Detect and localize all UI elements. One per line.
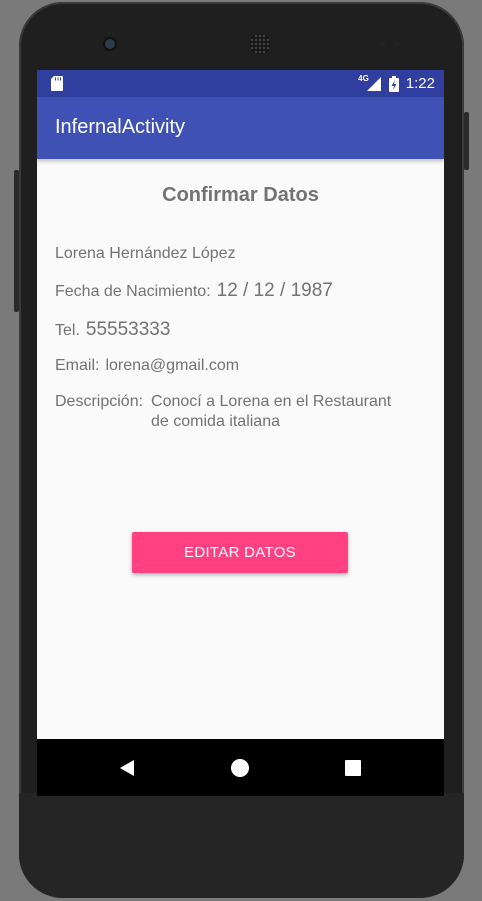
description-row: Descripción: Conocí a Lorena en el Resta… [55, 392, 411, 432]
contact-name: Lorena Hernández López [55, 245, 236, 262]
status-indicators: 4G 1:22 [358, 70, 435, 97]
email-label: Email: [55, 357, 100, 374]
proximity-sensor [381, 42, 386, 47]
description-label: Descripción: [55, 393, 144, 410]
birthdate-row: Fecha de Nacimiento: 12 / 12 / 1987 [55, 280, 333, 302]
battery-icon [388, 75, 399, 92]
birthdate-label: Fecha de Nacimiento: [55, 283, 211, 300]
app-bar: InfernalActivity [37, 97, 444, 159]
screen: 4G 1:22 InfernalActivity Confirmar Datos… [37, 70, 444, 796]
recents-button[interactable] [323, 739, 383, 796]
network-type-label: 4G [358, 74, 369, 83]
power-button[interactable] [464, 112, 469, 170]
earpiece-speaker [250, 34, 270, 54]
volume-button[interactable] [14, 170, 19, 312]
email-row: Email: lorena@gmail.com [55, 357, 239, 375]
navigation-bar [37, 739, 444, 796]
edit-data-button[interactable]: EDITAR DATOS [132, 532, 348, 573]
light-sensor [395, 42, 400, 47]
phone-value: 55553333 [85, 319, 171, 340]
phone-row: Tel. 55553333 [55, 319, 170, 341]
recents-icon [345, 759, 361, 776]
name-row: Lorena Hernández López [55, 245, 236, 263]
signal-icon [366, 76, 381, 91]
back-icon [120, 759, 134, 776]
clock: 1:22 [405, 75, 435, 92]
home-button[interactable] [210, 739, 270, 796]
app-title: InfernalActivity [55, 116, 186, 138]
sd-card-icon [51, 76, 63, 91]
email-value: lorena@gmail.com [105, 357, 240, 374]
description-value: Conocí a Lorena en el Restaurant de comi… [151, 393, 392, 430]
phone-chin [19, 793, 464, 898]
status-bar: 4G 1:22 [37, 70, 444, 97]
back-button[interactable] [97, 739, 157, 796]
home-icon [231, 758, 249, 777]
phone-label: Tel. [55, 322, 80, 339]
birthdate-value: 12 / 12 / 1987 [216, 280, 333, 301]
front-camera [105, 39, 115, 49]
page-heading: Confirmar Datos [162, 184, 319, 206]
